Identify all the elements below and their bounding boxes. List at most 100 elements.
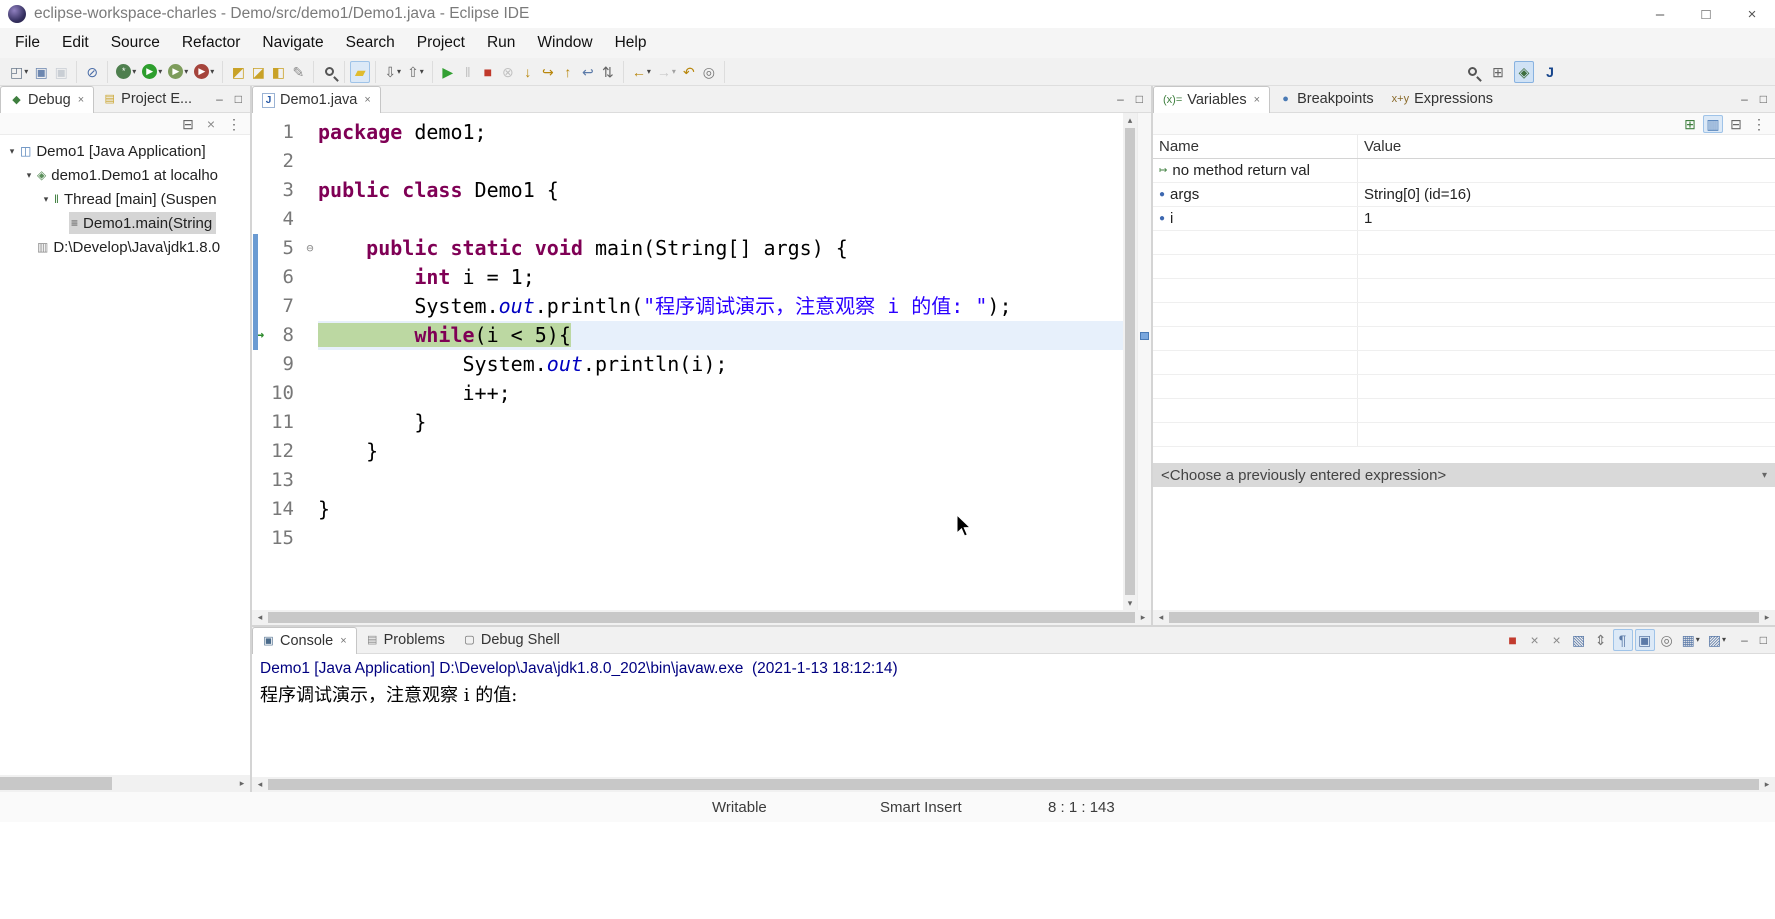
tree-item[interactable]: ▾◫Demo1 [Java Application] bbox=[0, 139, 250, 163]
current-line-marker[interactable] bbox=[1140, 332, 1149, 340]
debug-panel-hscrollbar[interactable]: ▸ bbox=[0, 775, 250, 792]
code-line[interactable]: 6 int i = 1; bbox=[252, 263, 1123, 292]
collapse-all-icon[interactable]: ⊟ bbox=[178, 115, 198, 133]
code-line[interactable]: 9 System.out.println(i); bbox=[252, 350, 1123, 379]
maximize-view-icon[interactable]: □ bbox=[1760, 93, 1767, 105]
mark-occurrences-icon[interactable]: ▰ bbox=[350, 61, 370, 83]
dropdown-caret-icon[interactable]: ▾ bbox=[1696, 636, 1700, 644]
java-perspective-icon[interactable]: J bbox=[1540, 61, 1560, 83]
code-line[interactable]: 12 } bbox=[252, 437, 1123, 466]
variable-row[interactable]: ↦no method return val bbox=[1153, 159, 1775, 183]
expand-arrow-icon[interactable]: ▾ bbox=[40, 194, 52, 205]
external-tools-icon[interactable]: ▶▾ bbox=[191, 61, 217, 83]
clear-console-icon[interactable]: ▧ bbox=[1569, 629, 1589, 651]
code-line[interactable]: 3public class Demo1 { bbox=[252, 176, 1123, 205]
drop-to-frame-icon[interactable]: ↩ bbox=[578, 61, 598, 83]
code-line[interactable]: 7 System.out.println("程序调试演示，注意观察 i 的值: … bbox=[252, 292, 1123, 321]
scrollbar-thumb[interactable] bbox=[1125, 128, 1135, 595]
new-wizard-icon[interactable]: ◰▾ bbox=[7, 61, 31, 83]
dropdown-caret-icon[interactable]: ▾ bbox=[420, 68, 424, 76]
close-tab-icon[interactable]: × bbox=[364, 94, 370, 106]
open-task-icon[interactable]: ◪ bbox=[248, 61, 268, 83]
code-lines[interactable]: 1package demo1;23public class Demo1 {45⊖… bbox=[252, 113, 1123, 610]
close-tab-icon[interactable]: × bbox=[1254, 94, 1260, 106]
column-header-name[interactable]: Name bbox=[1153, 135, 1358, 158]
maximize-view-icon[interactable]: □ bbox=[235, 93, 242, 105]
close-button[interactable]: × bbox=[1729, 0, 1775, 28]
tab-project-e[interactable]: ▤Project E... bbox=[94, 86, 201, 112]
skip-all-breakpoints-icon[interactable]: ⊘ bbox=[82, 61, 102, 83]
step-over-icon[interactable]: ↪ bbox=[538, 61, 558, 83]
fold-collapse-icon[interactable]: ⊖ bbox=[302, 234, 318, 263]
minimize-view-icon[interactable]: – bbox=[1741, 634, 1748, 646]
scroll-down-icon[interactable]: ▾ bbox=[1123, 596, 1137, 610]
menu-refactor[interactable]: Refactor bbox=[171, 28, 252, 58]
debug-icon[interactable]: *▾ bbox=[113, 61, 139, 83]
resume-icon[interactable]: ▶ bbox=[438, 61, 458, 83]
maximize-view-icon[interactable]: □ bbox=[1136, 93, 1143, 105]
coverage-icon[interactable]: ▶▾ bbox=[165, 61, 191, 83]
close-tab-icon[interactable]: × bbox=[340, 635, 346, 647]
open-perspective-icon[interactable]: ⊞ bbox=[1488, 61, 1508, 83]
editor-hscrollbar[interactable]: ◂ ▸ bbox=[252, 610, 1151, 625]
dropdown-caret-icon[interactable]: ▾ bbox=[647, 68, 651, 76]
menu-search[interactable]: Search bbox=[335, 28, 406, 58]
pin-console-icon[interactable]: ◎ bbox=[1657, 629, 1677, 651]
expression-bar[interactable]: <Choose a previously entered expression>… bbox=[1153, 463, 1775, 487]
use-step-filters-icon[interactable]: ⇅ bbox=[598, 61, 618, 83]
scrollbar-thumb[interactable] bbox=[268, 612, 1135, 623]
save-icon[interactable]: ▣ bbox=[31, 61, 51, 83]
code-line[interactable]: 4 bbox=[252, 205, 1123, 234]
collapse-all-icon[interactable]: ⊟ bbox=[1726, 115, 1746, 133]
expand-arrow-icon[interactable]: ▾ bbox=[23, 170, 35, 181]
editor-vscrollbar[interactable]: ▴ ▾ bbox=[1123, 113, 1137, 610]
minimize-view-icon[interactable]: – bbox=[216, 93, 223, 105]
tab-problems[interactable]: ▤Problems bbox=[357, 627, 454, 653]
vars-hscrollbar[interactable]: ◂ ▸ bbox=[1153, 610, 1775, 625]
scroll-left-icon[interactable]: ◂ bbox=[252, 613, 268, 622]
variable-row[interactable]: ●argsString[0] (id=16) bbox=[1153, 183, 1775, 207]
previous-annotation-icon[interactable]: ⇧▾ bbox=[404, 61, 427, 83]
minimize-view-icon[interactable]: – bbox=[1741, 93, 1748, 105]
menu-help[interactable]: Help bbox=[604, 28, 658, 58]
tab-demo1-java[interactable]: JDemo1.java× bbox=[252, 86, 381, 113]
show-stdout-icon[interactable]: ▣ bbox=[1635, 629, 1655, 651]
scrollbar-thumb[interactable] bbox=[268, 779, 1759, 790]
minimize-button[interactable]: – bbox=[1637, 0, 1683, 28]
open-type-icon[interactable]: ◧ bbox=[268, 61, 288, 83]
disconnect-icon[interactable]: ⊗ bbox=[498, 61, 518, 83]
expand-arrow-icon[interactable]: ▾ bbox=[6, 146, 18, 157]
scroll-right-icon[interactable]: ▸ bbox=[1759, 780, 1775, 789]
show-logical-structures-icon[interactable]: ⊞ bbox=[1680, 115, 1700, 133]
dropdown-caret-icon[interactable]: ▾ bbox=[210, 68, 214, 76]
code-line[interactable]: 13 bbox=[252, 466, 1123, 495]
tab-variables[interactable]: (x)=Variables× bbox=[1153, 86, 1270, 113]
dropdown-caret-icon[interactable]: ▾ bbox=[672, 68, 676, 76]
console-hscrollbar[interactable]: ◂ ▸ bbox=[252, 777, 1775, 792]
last-edit-location-icon[interactable]: ↶ bbox=[679, 61, 699, 83]
dropdown-caret-icon[interactable]: ▾ bbox=[397, 68, 401, 76]
code-line[interactable]: 15 bbox=[252, 524, 1123, 553]
dropdown-caret-icon[interactable]: ▾ bbox=[158, 68, 162, 76]
display-console-icon[interactable]: ▦▾ bbox=[1679, 629, 1703, 651]
tree-item[interactable]: ▾◈demo1.Demo1 at localho bbox=[0, 163, 250, 187]
new-java-class-icon[interactable]: ◩ bbox=[228, 61, 248, 83]
column-header-value[interactable]: Value bbox=[1358, 135, 1775, 158]
scroll-left-icon[interactable]: ◂ bbox=[1153, 613, 1169, 622]
dropdown-caret-icon[interactable]: ▾ bbox=[24, 68, 28, 76]
open-console-icon[interactable]: ▨▾ bbox=[1705, 629, 1729, 651]
remove-all-terminated-icon[interactable]: × bbox=[201, 115, 221, 133]
terminate-icon[interactable]: ■ bbox=[478, 61, 498, 83]
show-type-names-icon[interactable]: ▥ bbox=[1703, 115, 1723, 133]
menu-source[interactable]: Source bbox=[100, 28, 171, 58]
menu-file[interactable]: File bbox=[4, 28, 51, 58]
word-wrap-icon[interactable]: ¶ bbox=[1613, 629, 1633, 651]
scrollbar-thumb[interactable] bbox=[0, 777, 112, 790]
code-line[interactable]: 1package demo1; bbox=[252, 118, 1123, 147]
scroll-left-icon[interactable]: ◂ bbox=[252, 780, 268, 789]
pin-editor-icon[interactable]: ◎ bbox=[699, 61, 719, 83]
scrollbar-thumb[interactable] bbox=[1169, 612, 1759, 623]
maximize-view-icon[interactable]: □ bbox=[1760, 634, 1767, 646]
scroll-right-icon[interactable]: ▸ bbox=[1759, 613, 1775, 622]
remove-all-launches-icon[interactable]: × bbox=[1547, 629, 1567, 651]
